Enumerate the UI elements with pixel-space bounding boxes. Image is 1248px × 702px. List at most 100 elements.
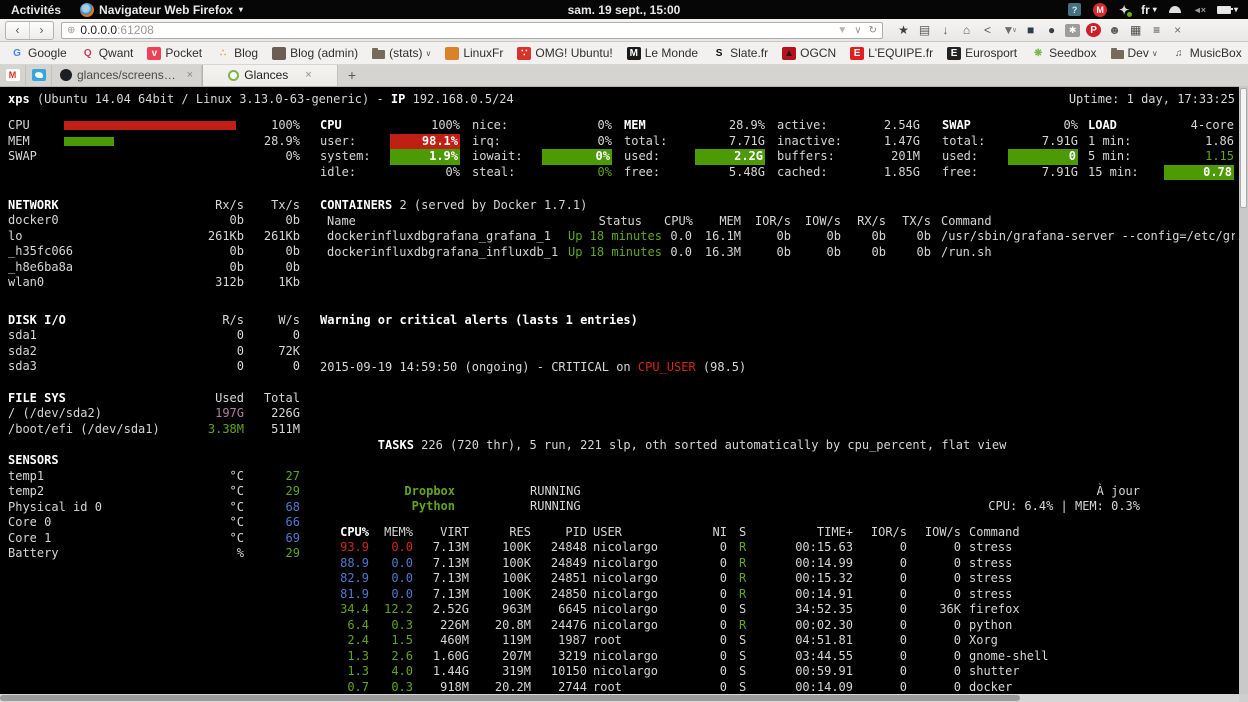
close-icon[interactable]: ×	[1170, 23, 1185, 38]
interface-name: docker0	[8, 213, 182, 229]
bookmark-item[interactable]: E L'EQUIPE.fr	[850, 46, 933, 60]
write-value: 0	[244, 359, 300, 375]
stat-value: 1.86	[1205, 134, 1234, 150]
bookmark-item[interactable]: ∵ OMG! Ubuntu!	[517, 46, 612, 60]
keyboard-layout-indicator[interactable]: fr▾	[1141, 3, 1157, 17]
site-identity-icon[interactable]: ⊕	[67, 25, 75, 36]
share-icon[interactable]: <	[980, 23, 995, 38]
bookmark-item[interactable]: v Pocket	[147, 46, 202, 60]
bookmark-item[interactable]: ∴ Blog	[216, 46, 258, 60]
ublock-icon[interactable]: ■	[1023, 23, 1038, 38]
uptime: Uptime: 1 day, 17:33:25	[1069, 92, 1235, 108]
stat-value: 0%	[446, 165, 460, 181]
process-iow: 0	[907, 649, 961, 665]
forward-button[interactable]: ›	[29, 22, 53, 39]
wifi-indicator[interactable]	[1169, 6, 1181, 13]
tab-glances-active[interactable]: Glances ×	[202, 64, 338, 86]
gauge-track	[64, 152, 236, 161]
horizontal-scrollbar[interactable]	[0, 694, 1239, 702]
volume-muted-icon[interactable]: ◄×	[1193, 5, 1205, 15]
stat-label: LOAD	[1088, 118, 1117, 134]
bookmark-item[interactable]: Dev ∨	[1111, 46, 1158, 60]
new-tab-button[interactable]: +	[338, 64, 366, 86]
tasks-label: TASKS	[378, 438, 414, 452]
sort-column-user[interactable]: USER	[593, 525, 710, 541]
process-nice: 0	[710, 633, 727, 649]
keyboard-layout-label: fr	[1141, 3, 1150, 17]
bookmark-item[interactable]: ♫ MusicBox	[1172, 46, 1242, 60]
column-header[interactable]: IOR/s	[853, 525, 907, 541]
pinterest-icon[interactable]: P	[1086, 23, 1101, 37]
download-icon[interactable]: ↓	[938, 23, 953, 38]
diskio-row: sda3 0 0	[8, 359, 300, 375]
vertical-scrollbar-thumb[interactable]	[1240, 88, 1247, 208]
app-menu-button[interactable]: Navigateur Web Firefox ▾	[72, 0, 251, 19]
urlbar-dropdown-icon[interactable]: ∨	[854, 25, 861, 36]
container-iow: 0b	[791, 245, 841, 261]
bookmark-favicon: S	[712, 47, 726, 60]
chevron-down-icon: ▾	[1234, 5, 1238, 14]
process-time: 00:15.32	[753, 571, 853, 587]
sort-column-time[interactable]: TIME+	[753, 525, 853, 541]
process-command: firefox	[969, 602, 1235, 618]
bookmark-item[interactable]: ❋ Seedbox	[1031, 46, 1096, 60]
battery-indicator[interactable]: ▾	[1217, 5, 1238, 14]
column-header: RX/s	[841, 214, 886, 230]
ghostery-icon[interactable]: ●	[1044, 23, 1059, 38]
write-value: 72K	[244, 344, 300, 360]
bookmark-item[interactable]: E Eurosport	[947, 46, 1017, 60]
bookmark-item[interactable]: G Google	[10, 46, 67, 60]
bookmark-label: Google	[28, 46, 67, 60]
horizontal-scrollbar-thumb[interactable]	[0, 695, 1020, 701]
pocket-save-icon[interactable]: ▼	[837, 25, 847, 36]
sort-column-command[interactable]: Command	[969, 525, 1235, 541]
vertical-scrollbar[interactable]	[1239, 86, 1248, 694]
bookmark-item[interactable]: Q Qwant	[81, 46, 134, 60]
url-bar[interactable]: ⊕ 0.0.0.0 :61208 ▼∨↻	[61, 22, 883, 39]
pinned-tab-twitter[interactable]	[26, 64, 52, 86]
column-header[interactable]: PID	[531, 525, 587, 541]
os-info: (Ubuntu 14.04 64bit / Linux 3.13.0-63-ge…	[30, 92, 391, 108]
stat-value: 0%	[598, 165, 612, 181]
sort-column-mem[interactable]: MEM%	[369, 525, 413, 541]
stat-row: free:7.91G	[942, 165, 1078, 181]
reload-icon[interactable]: ↻	[869, 25, 877, 36]
stack-icon[interactable]: ▦	[1128, 23, 1143, 38]
activities-button[interactable]: Activités	[0, 0, 72, 19]
sensor-name: Physical id 0	[8, 500, 182, 516]
help-indicator-icon[interactable]: ?	[1068, 3, 1081, 16]
bookmark-item[interactable]: ▲ OGCN	[782, 46, 836, 60]
tab-close-icon[interactable]: ×	[305, 69, 311, 81]
bookmark-star-icon[interactable]: ★	[896, 23, 911, 38]
used-value: 3.38M	[182, 422, 244, 438]
column-header[interactable]: VIRT	[413, 525, 469, 541]
process-time: 03:44.55	[753, 649, 853, 665]
tab-close-icon[interactable]: ×	[187, 69, 193, 81]
mega-indicator-icon[interactable]: M	[1093, 3, 1107, 17]
column-header[interactable]: RES	[469, 525, 531, 541]
chat-icon[interactable]: ☻	[1107, 23, 1122, 38]
bookmark-item[interactable]: (stats) ∨	[372, 46, 431, 60]
process-state: R	[739, 587, 753, 603]
reading-list-icon[interactable]: ▤	[917, 23, 932, 38]
addon-box-icon[interactable]: ✱	[1065, 24, 1080, 37]
menu-icon[interactable]: ≡	[1149, 23, 1164, 38]
process-iow: 0	[907, 540, 961, 556]
process-ior: 0	[853, 556, 907, 572]
column-header[interactable]: IOW/s	[907, 525, 961, 541]
column-header: NI	[710, 525, 727, 541]
tab-github-glances[interactable]: glances/screenshot-w... ×	[52, 64, 202, 86]
bookmark-item[interactable]: M Le Monde	[627, 46, 698, 60]
bookmark-item[interactable]: S Slate.fr	[712, 46, 768, 60]
tasks-summary: TASKS 226 (720 thr), 5 run, 221 slp, oth…	[320, 422, 1235, 469]
process-time: 00:14.91	[753, 587, 853, 603]
total-value: 511M	[244, 422, 300, 438]
pinned-tab-gmail[interactable]: M	[0, 64, 26, 86]
bookmark-item[interactable]: LinuxFr	[445, 46, 503, 60]
home-icon[interactable]: ⌂	[959, 23, 974, 38]
back-button[interactable]: ‹	[6, 22, 29, 39]
tab-label: Glances	[244, 68, 288, 82]
software-update-icon[interactable]: ✦	[1119, 4, 1129, 16]
bookmark-item[interactable]: Blog (admin)	[272, 46, 358, 60]
sort-column-cpu[interactable]: CPU%	[320, 525, 369, 541]
